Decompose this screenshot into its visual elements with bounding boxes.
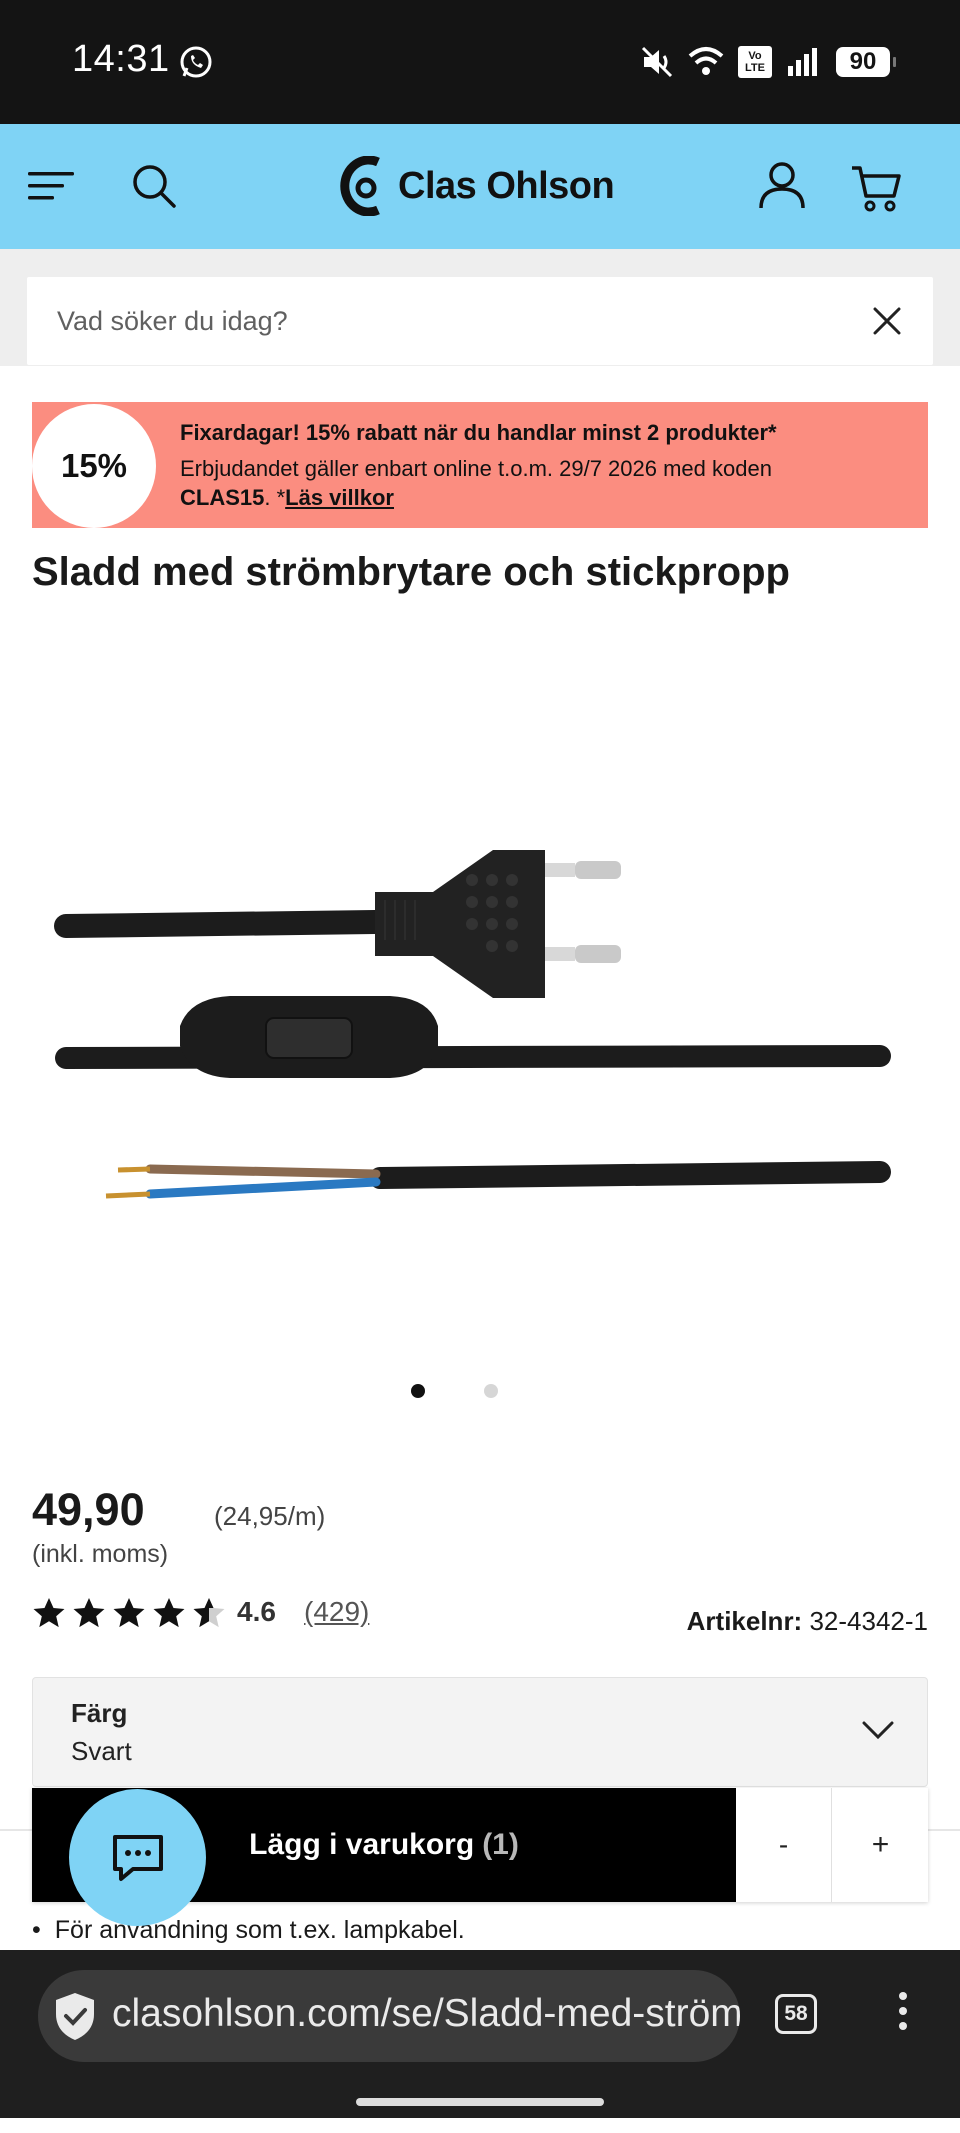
search-box [27, 277, 933, 365]
promo-suffix: . * [264, 485, 286, 510]
product-price: 49,90 [32, 1484, 145, 1535]
brand-logo[interactable]: Clas Ohlson [340, 154, 615, 218]
browser-toolbar: clasohlson.com/se/Sladd-med-strömbrytare… [0, 1950, 960, 2118]
promo-code: CLAS15 [180, 485, 265, 510]
color-value: Svart [71, 1736, 132, 1766]
rating-value: 4.6 [237, 1596, 276, 1627]
color-select[interactable]: Färg Svart [32, 1677, 928, 1787]
article-label: Artikelnr: [686, 1606, 803, 1636]
promo-code-line: CLAS15. *Läs villkor [180, 485, 394, 511]
chat-button[interactable] [69, 1789, 206, 1926]
product-title: Sladd med strömbrytare och stickpropp [32, 550, 790, 594]
promo-badge: 15% [32, 404, 156, 528]
close-icon[interactable] [869, 303, 905, 339]
carousel-dot-1[interactable] [411, 1384, 425, 1398]
mute-icon [641, 46, 673, 78]
reviews-link[interactable]: (429) [304, 1596, 369, 1628]
carousel-dot-2[interactable] [484, 1384, 498, 1398]
chevron-down-icon [862, 1721, 894, 1740]
url-text: clasohlson.com/se/Sladd-med-strömbrytare [112, 1992, 740, 2035]
brand-name: Clas Ohlson [398, 164, 615, 207]
search-icon[interactable] [130, 162, 178, 210]
volte-top: Vo [748, 50, 762, 62]
article-value: 32-4342-1 [809, 1606, 928, 1636]
more-options-icon[interactable] [896, 1992, 910, 2038]
cart-icon[interactable] [850, 162, 904, 212]
signal-icon [788, 48, 817, 76]
star-icon [153, 1598, 185, 1628]
whatsapp-icon [180, 46, 212, 78]
shield-icon[interactable] [52, 1990, 98, 2042]
volte-bottom: LTE [745, 62, 765, 74]
star-icon [33, 1598, 65, 1628]
volte-icon: Vo LTE [738, 46, 772, 78]
search-input[interactable] [57, 301, 837, 341]
promo-banner: 15% Fixardagar! 15% rabatt när du handla… [32, 402, 928, 528]
battery-icon: 90 [836, 47, 896, 77]
quantity-decrease-button[interactable]: - [736, 1788, 832, 1902]
menu-icon[interactable] [28, 166, 74, 206]
image-carousel-dots [0, 1384, 960, 1404]
status-time: 14:31 [72, 38, 170, 80]
user-icon[interactable] [757, 160, 807, 210]
brand-logo-mark [340, 156, 380, 216]
address-bar[interactable]: clasohlson.com/se/Sladd-med-strömbrytare [38, 1970, 740, 2062]
promo-body: Erbjudandet gäller enbart online t.o.m. … [180, 456, 772, 481]
unit-price: (24,95/m) [214, 1501, 326, 1531]
color-label: Färg [71, 1698, 128, 1728]
cart-quantity: (1) [482, 1828, 519, 1861]
article-number: Artikelnr: 32-4342-1 [687, 1606, 928, 1637]
site-header: Clas Ohlson [0, 124, 960, 249]
star-icon [113, 1598, 145, 1628]
search-area [0, 249, 960, 366]
product-image[interactable] [40, 780, 920, 1230]
chat-icon [112, 1834, 163, 1881]
rating-stars [32, 1596, 226, 1630]
promo-headline: Fixardagar! 15% rabatt när du handlar mi… [180, 420, 777, 445]
wifi-icon [688, 47, 724, 75]
home-gesture-bar[interactable] [356, 2098, 604, 2106]
promo-terms-link[interactable]: Läs villkor [285, 485, 394, 510]
feature-bullet: För användning som t.ex. lampkabel. [32, 1916, 465, 1945]
half-star-icon [193, 1598, 225, 1628]
star-icon [73, 1598, 105, 1628]
status-bar: 14:31 Vo LTE 90 [0, 0, 960, 124]
add-to-cart-label: Lägg i varukorg [249, 1828, 475, 1861]
quantity-increase-button[interactable]: + [833, 1788, 928, 1902]
tab-switcher-button[interactable]: 58 [775, 1994, 817, 2034]
vat-note: (inkl. moms) [32, 1540, 169, 1568]
status-icons: Vo LTE 90 [640, 42, 896, 82]
